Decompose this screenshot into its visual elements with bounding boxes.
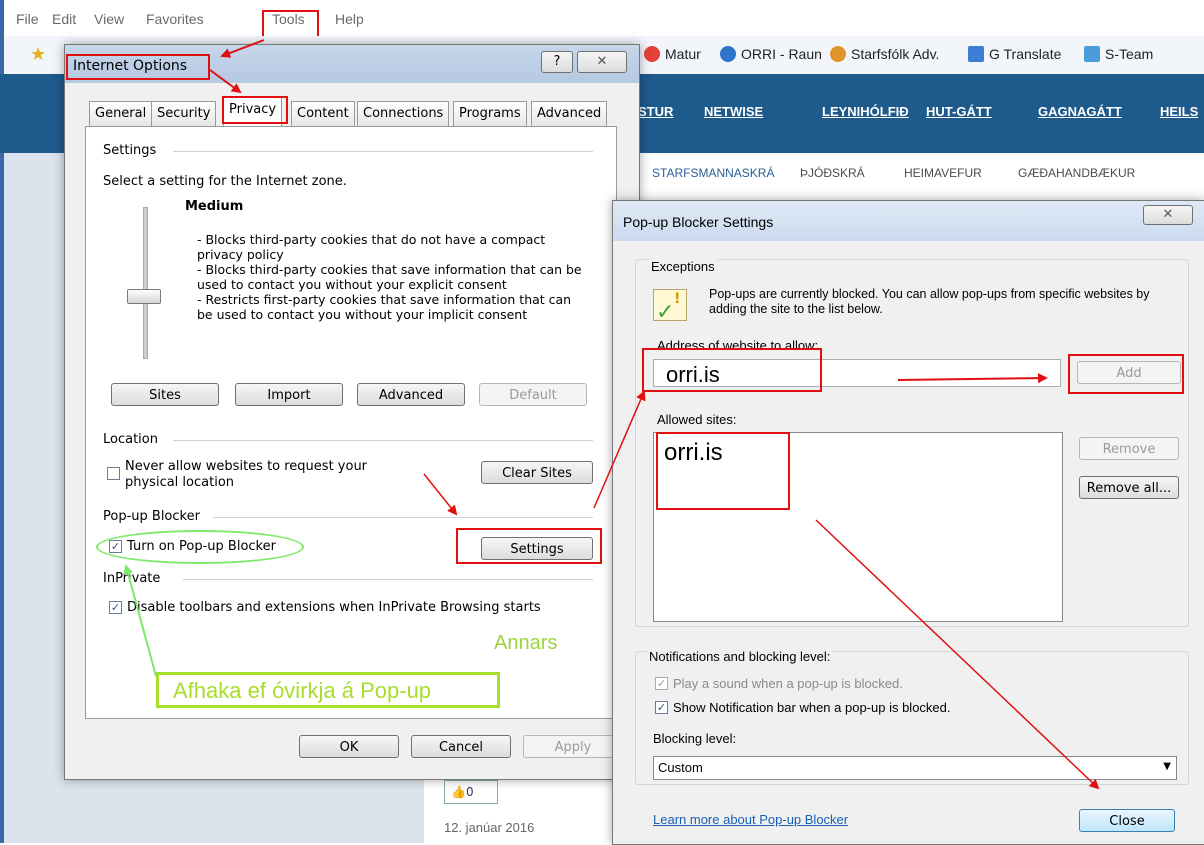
arrow-tools-to-options bbox=[220, 39, 265, 58]
arrow-settings-to-address bbox=[593, 390, 646, 509]
arrow-address-to-add bbox=[897, 373, 1048, 384]
arrow-to-settings bbox=[423, 473, 458, 516]
annotation-arrows bbox=[123, 39, 1100, 790]
arrow-site-to-close bbox=[815, 519, 1100, 790]
arrow-options-to-privacy bbox=[209, 69, 242, 94]
arrow-note-to-checkbox bbox=[123, 564, 157, 677]
